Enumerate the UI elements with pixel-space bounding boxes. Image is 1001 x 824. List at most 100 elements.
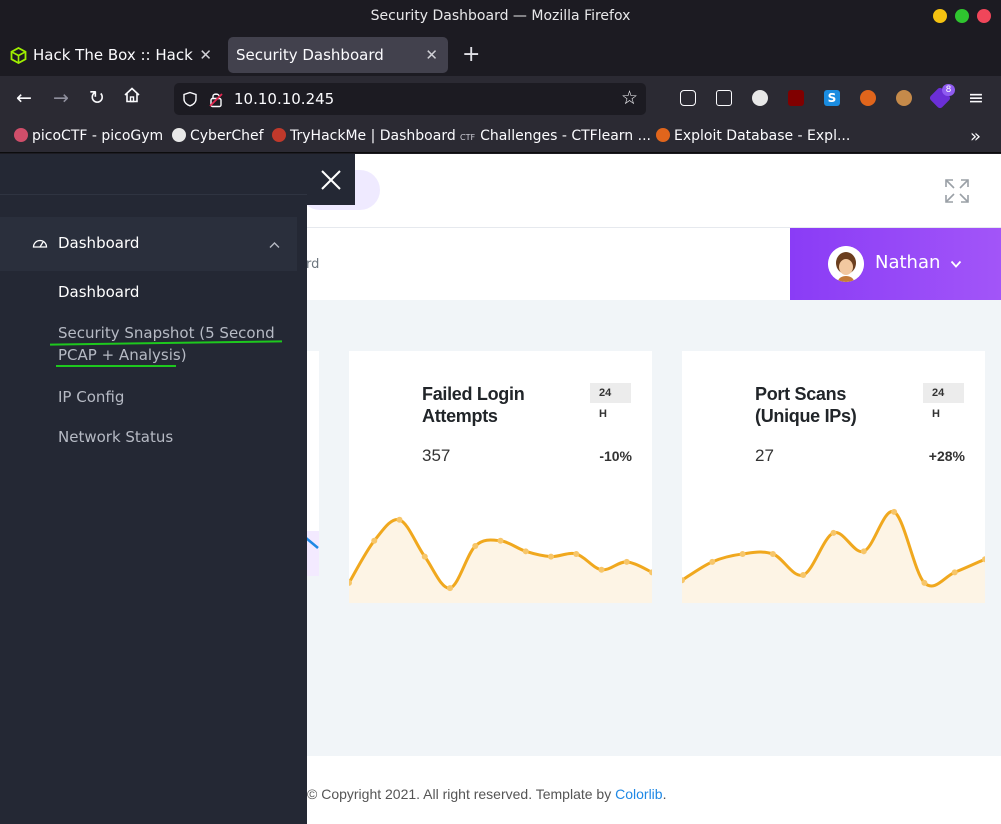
sparkline-point	[472, 543, 479, 550]
bookmark-star-icon[interactable]: ☆	[621, 87, 638, 109]
bookmark-picoctf[interactable]: picoCTF - picoGym	[14, 120, 163, 153]
sparkline-point	[891, 508, 898, 515]
bookmark-label: TryHackMe | Dashboard	[290, 128, 456, 144]
insecure-lock-icon[interactable]	[208, 91, 224, 108]
menu-icon[interactable]: ≡	[964, 86, 988, 110]
extension-s-icon[interactable]: S	[824, 90, 840, 106]
sparkline-point	[396, 516, 403, 523]
extension-cat-icon[interactable]	[752, 90, 768, 106]
avatar	[828, 246, 864, 282]
minimize-button[interactable]	[933, 9, 947, 23]
sidebar: Dashboard Dashboard Security Snapshot (5…	[0, 154, 307, 824]
card-delta: +28%	[928, 448, 965, 464]
card-value: 357	[422, 446, 451, 465]
card-delta: -10%	[599, 448, 632, 464]
cyberchef-icon	[172, 128, 186, 142]
colorlib-link[interactable]: Colorlib	[615, 786, 662, 802]
exploitdb-icon	[656, 128, 670, 142]
annotation-underline	[56, 365, 176, 367]
sparkline-chart	[682, 508, 985, 603]
sidebar-section-label: Dashboard	[58, 234, 140, 252]
breadcrumb: rd	[306, 257, 320, 272]
fullscreen-expand-icon[interactable]	[944, 178, 970, 204]
sparkline-chart	[349, 516, 652, 603]
card-title: Port Scans (Unique IPs)	[755, 384, 857, 426]
reader-view-icon[interactable]	[716, 90, 732, 106]
close-tab-icon[interactable]: ✕	[199, 37, 212, 73]
close-icon[interactable]	[317, 166, 345, 194]
new-tab-button[interactable]: +	[462, 37, 480, 73]
chevron-down-icon	[950, 260, 962, 268]
bookmark-tryhackme[interactable]: TryHackMe | Dashboard	[272, 120, 456, 153]
ublock-icon[interactable]	[788, 90, 804, 106]
sparkline-point	[921, 579, 928, 586]
user-menu[interactable]: Nathan	[790, 228, 1001, 300]
bookmark-exploitdb[interactable]: Exploit Database - Expl...	[656, 120, 850, 153]
bookmark-cyberchef[interactable]: CyberChef	[172, 120, 264, 153]
tryhackme-icon	[272, 128, 286, 142]
close-window-button[interactable]	[977, 9, 991, 23]
maximize-button[interactable]	[955, 9, 969, 23]
url-bar[interactable]: 10.10.10.245 ☆	[174, 83, 646, 115]
sidebar-item-label-line1: Security Snapshot (5 Second	[58, 324, 275, 342]
bookmark-label: Challenges - CTFlearn ...	[480, 128, 651, 144]
sparkline-point	[371, 537, 378, 544]
sidebar-item-ip-config[interactable]: IP Config	[58, 388, 124, 406]
card-failed-login: Failed Login Attempts 24 H 357 -10%	[349, 351, 652, 603]
card-value: 27	[755, 446, 774, 465]
bookmark-ctflearn[interactable]: CTF Challenges - CTFlearn ...	[460, 120, 651, 154]
period-unit: H	[932, 408, 940, 420]
close-tab-icon[interactable]: ✕	[425, 37, 438, 73]
sidebar-item-dashboard[interactable]: Dashboard	[58, 283, 139, 301]
sparkline-point	[598, 566, 605, 573]
sparkline-point	[769, 550, 776, 557]
sidebar-divider	[0, 194, 307, 195]
cookie-icon[interactable]	[896, 90, 912, 106]
card-title: Failed Login Attempts	[422, 384, 525, 426]
sparkline-point	[497, 537, 504, 544]
sparkline-point	[573, 550, 580, 557]
extension-orange-icon[interactable]	[860, 90, 876, 106]
shield-icon[interactable]	[182, 91, 198, 107]
picoctf-icon	[14, 128, 28, 142]
tab-hackthebox[interactable]: Hack The Box :: Hack The ✕	[0, 37, 222, 73]
ctflearn-icon: CTF	[460, 133, 476, 142]
sidebar-item-dashboard-group[interactable]: Dashboard	[0, 217, 297, 271]
gauge-icon	[32, 239, 48, 248]
url-text[interactable]: 10.10.10.245	[234, 83, 334, 115]
bookmarks-bar: picoCTF - picoGym CyberChef TryHackMe | …	[0, 120, 1001, 153]
bookmark-label: picoCTF - picoGym	[32, 128, 164, 144]
period-badge: 24	[590, 383, 631, 403]
tab-security-dashboard[interactable]: Security Dashboard ✕	[228, 37, 448, 73]
footer-suffix: .	[662, 786, 667, 802]
sparkline-point	[522, 548, 529, 555]
sidebar-item-network-status[interactable]: Network Status	[58, 428, 173, 446]
sparkline-area	[349, 519, 652, 603]
forward-arrow-icon[interactable]: →	[49, 86, 73, 110]
sidebar-item-label-line2: PCAP + Analysis)	[58, 346, 187, 364]
sparkline-point	[447, 585, 453, 592]
sparkline-point	[830, 529, 837, 536]
footer-copyright: © Copyright 2021. All right reserved. Te…	[307, 786, 666, 802]
sparkline-point	[739, 550, 746, 557]
card-port-scans: Port Scans (Unique IPs) 24 H 27 +28%	[682, 351, 985, 603]
pocket-icon[interactable]	[680, 90, 696, 106]
back-arrow-icon[interactable]: ←	[12, 86, 36, 110]
window-title: Security Dashboard — Mozilla Firefox	[370, 8, 631, 24]
sparkline-point	[800, 571, 807, 578]
tab-label: Hack The Box :: Hack The	[33, 46, 193, 64]
more-bookmarks-icon[interactable]: »	[970, 120, 981, 153]
bookmark-label: Exploit Database - Expl...	[674, 128, 851, 144]
sparkline-point	[860, 548, 867, 555]
reload-icon[interactable]: ↻	[85, 86, 109, 110]
navigation-toolbar: ← → ↻ 10.10.10.245 ☆ S 8 ≡	[0, 76, 1001, 120]
home-icon[interactable]	[120, 86, 144, 110]
sparkline-point	[951, 569, 958, 576]
sparkline-point	[548, 553, 554, 560]
footer-text: © Copyright 2021. All right reserved. Te…	[307, 786, 612, 802]
sparkline-point	[421, 553, 428, 560]
chevron-up-icon[interactable]	[269, 241, 280, 249]
user-name: Nathan	[875, 252, 941, 273]
extension-badge: 8	[942, 84, 955, 96]
bookmark-label: CyberChef	[190, 128, 264, 144]
